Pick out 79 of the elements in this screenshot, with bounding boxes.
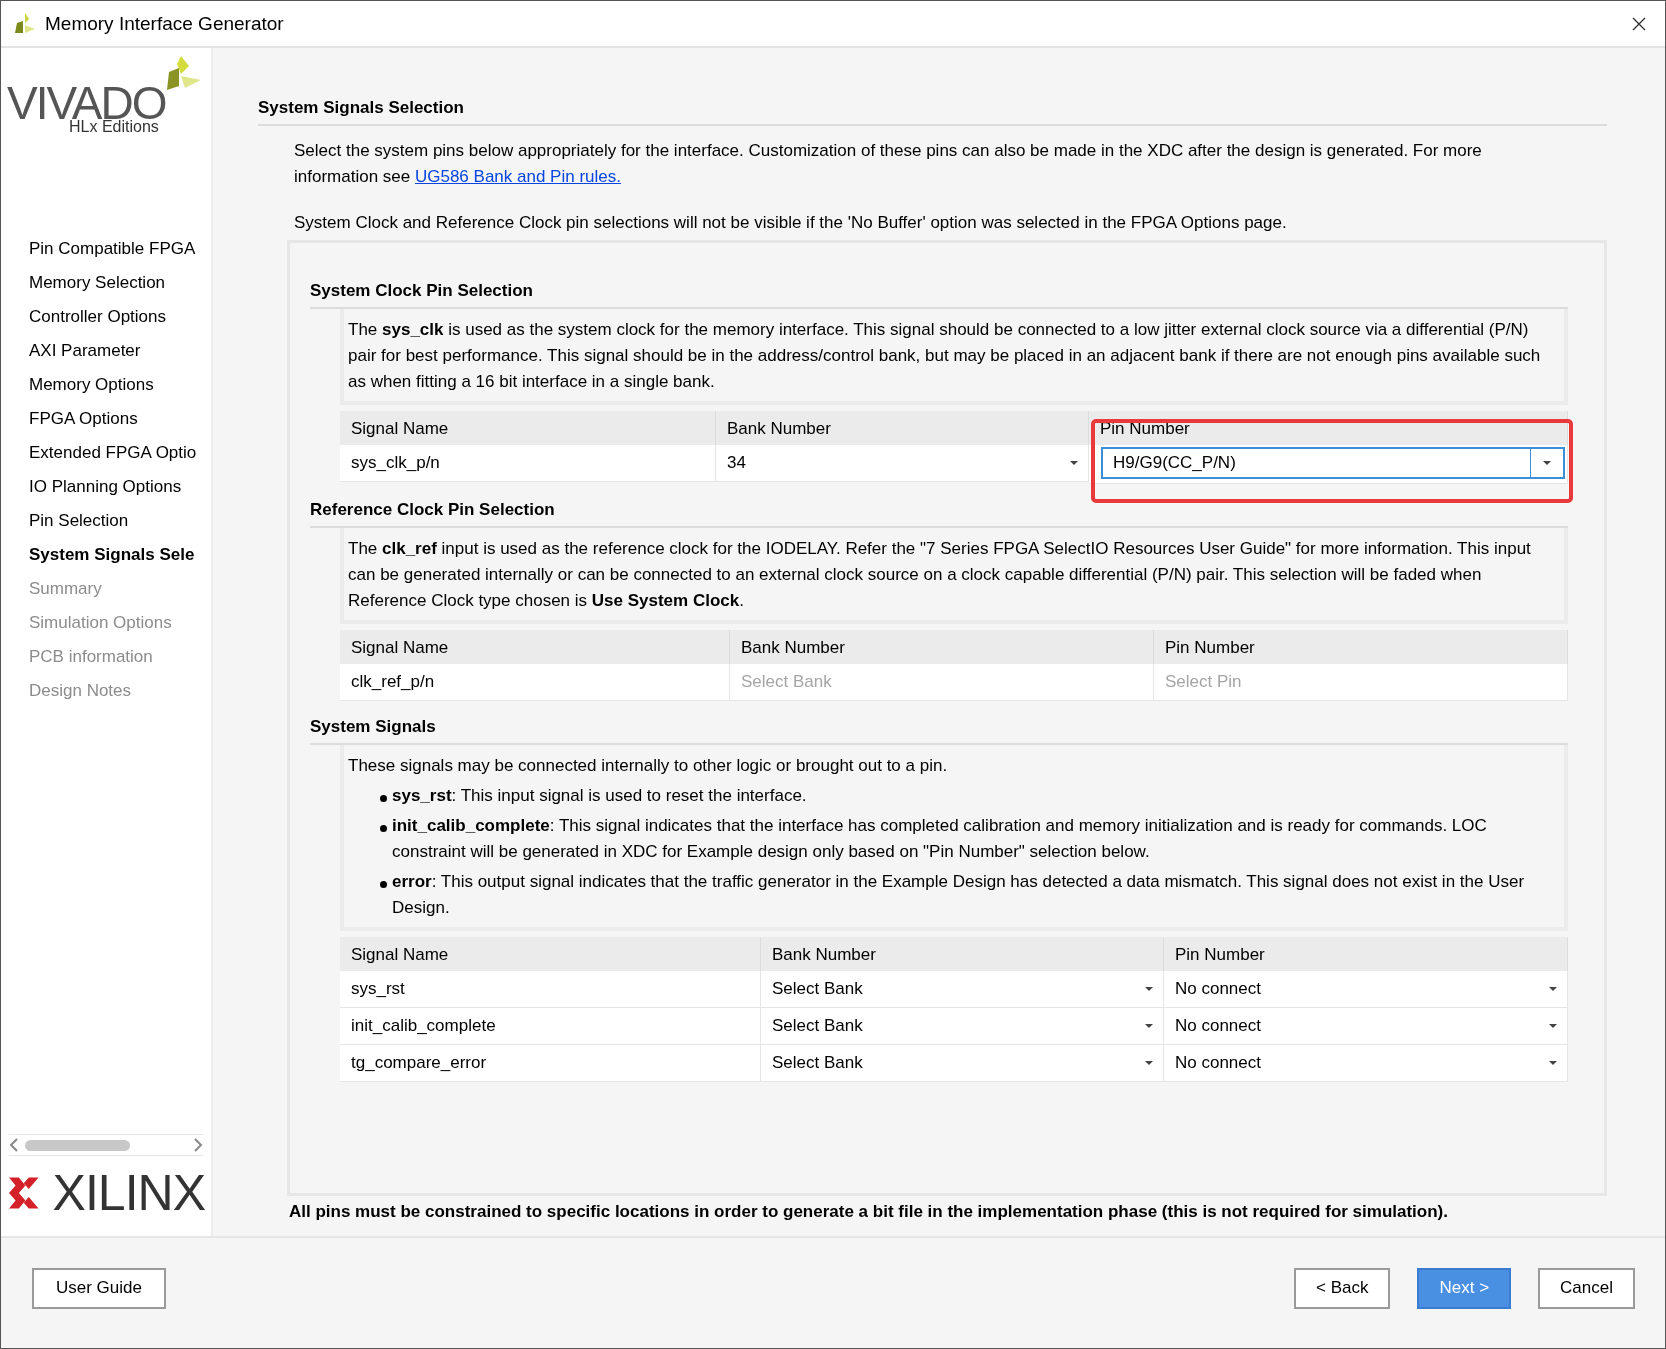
table-cell: sys_clk_p/n: [340, 445, 716, 482]
dropdown-value: Select Bank: [772, 978, 863, 1000]
table-cell: Select Pin: [1154, 664, 1568, 701]
bullet-icon: [380, 795, 387, 802]
caret-icon: [1549, 1024, 1557, 1028]
table-cell: init_calib_complete: [340, 1008, 761, 1045]
caret-icon: [1549, 987, 1557, 991]
close-icon[interactable]: [1631, 15, 1647, 32]
intro-text: Select the system pins below appropriately for the interface. Customization of these pins can also be made in the XDC after the design is generated. For more information see UG586 Bank and Pin rules.: [294, 140, 1483, 188]
caret-icon: [1070, 461, 1078, 465]
dropdown-value: 34: [727, 452, 746, 474]
dropdown-value: Select Bank: [772, 1052, 863, 1074]
column-header: Bank Number: [730, 630, 1154, 664]
dropdown-value: Select Bank: [772, 1015, 863, 1037]
dropdown-cell[interactable]: Select Bank: [761, 1045, 1164, 1082]
bullet-icon: [380, 825, 387, 832]
sidebar-item[interactable]: Pin Compatible FPGA: [29, 232, 211, 266]
section-title: System Clock Pin Selection: [310, 281, 1568, 309]
caret-icon: [1549, 1061, 1557, 1065]
sidebar-item[interactable]: Controller Options: [29, 300, 211, 334]
bullet-text: error: This output signal indicates that the traffic generator in the Example Design has detected a data mismatch. This signal does not exist in the User Design.: [392, 871, 1526, 919]
column-header: Bank Number: [716, 411, 1089, 445]
horizontal-scrollbar[interactable]: [9, 1134, 203, 1156]
bullet-icon: [380, 881, 387, 888]
section-title: System Signals: [310, 717, 1568, 745]
scroll-left-icon[interactable]: [9, 1138, 19, 1152]
column-header: Signal Name: [340, 411, 716, 445]
logo-wordmark: XILINX: [52, 1168, 205, 1218]
note-text: System Clock and Reference Clock pin selections will not be visible if the 'No Buffer' option was selected in the FPGA Options page.: [294, 212, 1288, 234]
xilinx-mark-icon: [9, 1174, 39, 1212]
dropdown-cell[interactable]: No connect: [1164, 971, 1568, 1008]
caret-icon: [1145, 1024, 1153, 1028]
dialog-button[interactable]: Cancel: [1538, 1267, 1635, 1309]
column-header: Pin Number: [1164, 937, 1568, 971]
page-title: System Signals Selection: [258, 98, 1607, 126]
column-header: Signal Name: [340, 937, 761, 971]
column-header: Bank Number: [761, 937, 1164, 971]
sidebar-item[interactable]: FPGA Options: [29, 402, 211, 436]
dropdown-cell[interactable]: Select Bank: [761, 1008, 1164, 1045]
description-text: The sys_clk is used as the system clock for the memory interface. This signal should be connected to a low jitter external clock source via a differential (P/N) pair for best performance. This signal should be in the address/control bank, but may be placed in an adjacent bank if there are not enough pins available such as when fitting a 16 bit interface in a single bank.: [348, 319, 1542, 393]
bullet-text: sys_rst: This input signal is used to reset the interface.: [392, 785, 808, 807]
sidebar-item[interactable]: Memory Options: [29, 368, 211, 402]
table-cell: Select Bank: [730, 664, 1154, 701]
description-text: These signals may be connected internally to other logic or brought out to a pin.: [348, 755, 949, 777]
dropdown-value: No connect: [1175, 1015, 1261, 1037]
logo-subtitle: HLx Editions: [69, 118, 159, 136]
app-logo-icon: [13, 12, 37, 35]
doc-link[interactable]: UG586 Bank and Pin rules.: [414, 167, 621, 186]
table-cell: clk_ref_p/n: [340, 664, 730, 701]
bullet-text: init_calib_complete: This signal indicates that the interface has completed calibration and memory initialization and is ready for commands. LOC constraint will be generated in XDC for Example design only based on "Pin Number" selection below.: [392, 815, 1488, 863]
caret-icon: [1145, 987, 1153, 991]
pin-combo-box[interactable]: H9/G9(CC_P/N): [1101, 447, 1565, 479]
dropdown-value: No connect: [1175, 1052, 1261, 1074]
caret-icon: [1145, 1061, 1153, 1065]
sidebar-item[interactable]: Memory Selection: [29, 266, 211, 300]
column-header: Pin Number: [1154, 630, 1568, 664]
sidebar-item[interactable]: AXI Parameter: [29, 334, 211, 368]
window-title: Memory Interface Generator: [45, 12, 285, 35]
sidebar-item[interactable]: Extended FPGA Optio: [29, 436, 211, 470]
scroll-right-icon[interactable]: [193, 1138, 203, 1152]
sidebar-item[interactable]: IO Planning Options: [29, 470, 211, 504]
sidebar-item[interactable]: System Signals Sele: [29, 538, 211, 572]
sidebar-item[interactable]: Pin Selection: [29, 504, 211, 538]
description-text: The clk_ref input is used as the reference clock for the IODELAY. Refer the "7 Series FPGA SelectIO Resources User Guide" for more information. This input can be generated internally or can be connected to an external clock source on a clock capable differential (P/N) pair. This selection will be faded when Reference Clock type chosen is Use System Clock.: [348, 538, 1532, 612]
table-cell: tg_compare_error: [340, 1045, 761, 1082]
dropdown-cell[interactable]: No connect: [1164, 1008, 1568, 1045]
dialog-button[interactable]: < Back: [1294, 1267, 1391, 1309]
column-header: Signal Name: [340, 630, 730, 664]
caret-icon: [1543, 461, 1551, 465]
dropdown-cell[interactable]: No connect: [1164, 1045, 1568, 1082]
dropdown-value: No connect: [1175, 978, 1261, 1000]
section-title: Reference Clock Pin Selection: [310, 500, 1568, 528]
dialog-button[interactable]: User Guide: [32, 1267, 166, 1309]
table-cell: sys_rst: [340, 971, 761, 1008]
combo-value: H9/G9(CC_P/N): [1112, 452, 1237, 474]
dropdown-cell[interactable]: Select Bank: [761, 971, 1164, 1008]
footer-note: All pins must be constrained to specific locations in order to generate a bit file in the implementation phase (this is not required for simulation).: [289, 1202, 1449, 1223]
scrollbar-thumb[interactable]: [25, 1139, 130, 1151]
dropdown-cell[interactable]: 34: [716, 445, 1089, 482]
